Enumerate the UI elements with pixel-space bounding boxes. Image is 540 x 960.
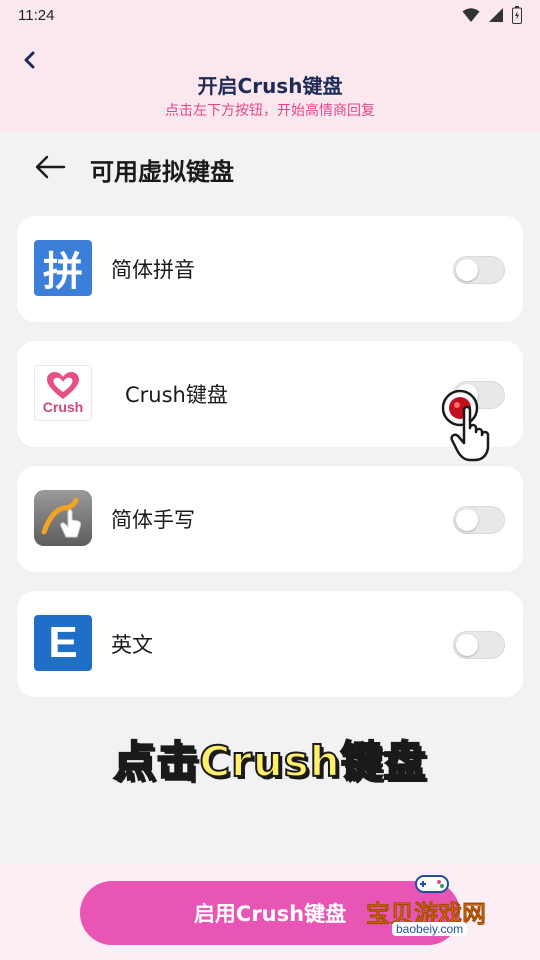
keyboard-label: Crush键盘 (125, 383, 228, 407)
page-title: 开启Crush键盘 (197, 74, 343, 98)
instruction-callout: 点击Crush键盘 (112, 736, 427, 787)
back-arrow-icon[interactable] (34, 154, 66, 180)
keyboard-toggle-handwriting[interactable] (453, 506, 505, 534)
crush-logo-text: Crush (42, 399, 84, 415)
watermark-logo: 宝贝游戏网 baobeiy.com (362, 870, 522, 940)
battery-icon (512, 6, 522, 24)
handwriting-icon (34, 490, 92, 546)
page-subtitle: 点击左下方按钮，开始高情商回复 (165, 103, 375, 119)
back-chevron-icon[interactable] (18, 48, 42, 72)
toggle-knob (456, 259, 478, 281)
status-time: 11:24 (18, 7, 55, 24)
keyboard-label: 简体手写 (111, 508, 195, 532)
keyboard-toggle-english[interactable] (453, 631, 505, 659)
gamepad-icon (415, 875, 449, 893)
status-bar: 11:24 (0, 0, 540, 32)
tap-hand-icon (440, 388, 520, 468)
keyboard-item-english[interactable]: E 英文 (17, 591, 523, 697)
status-icons (462, 6, 522, 24)
pinyin-icon: 拼 (34, 240, 92, 296)
section-title: 可用虚拟键盘 (90, 158, 234, 186)
keyboard-label: 简体拼音 (111, 258, 195, 282)
heart-icon (47, 372, 79, 399)
keyboard-label: 英文 (111, 633, 153, 657)
keyboard-toggle-pinyin[interactable] (453, 256, 505, 284)
watermark-url: baobeiy.com (392, 922, 468, 936)
toggle-knob (456, 634, 478, 656)
wifi-icon (462, 7, 480, 23)
section-header: 可用虚拟键盘 (0, 132, 540, 202)
toggle-knob (456, 509, 478, 531)
crush-heart-icon: Crush (34, 365, 92, 421)
signal-icon (488, 7, 504, 23)
top-header: 开启Crush键盘 点击左下方按钮，开始高情商回复 (0, 32, 540, 132)
keyboard-item-pinyin[interactable]: 拼 简体拼音 (17, 216, 523, 322)
keyboard-item-handwriting[interactable]: 简体手写 (17, 466, 523, 572)
english-icon: E (34, 615, 92, 671)
